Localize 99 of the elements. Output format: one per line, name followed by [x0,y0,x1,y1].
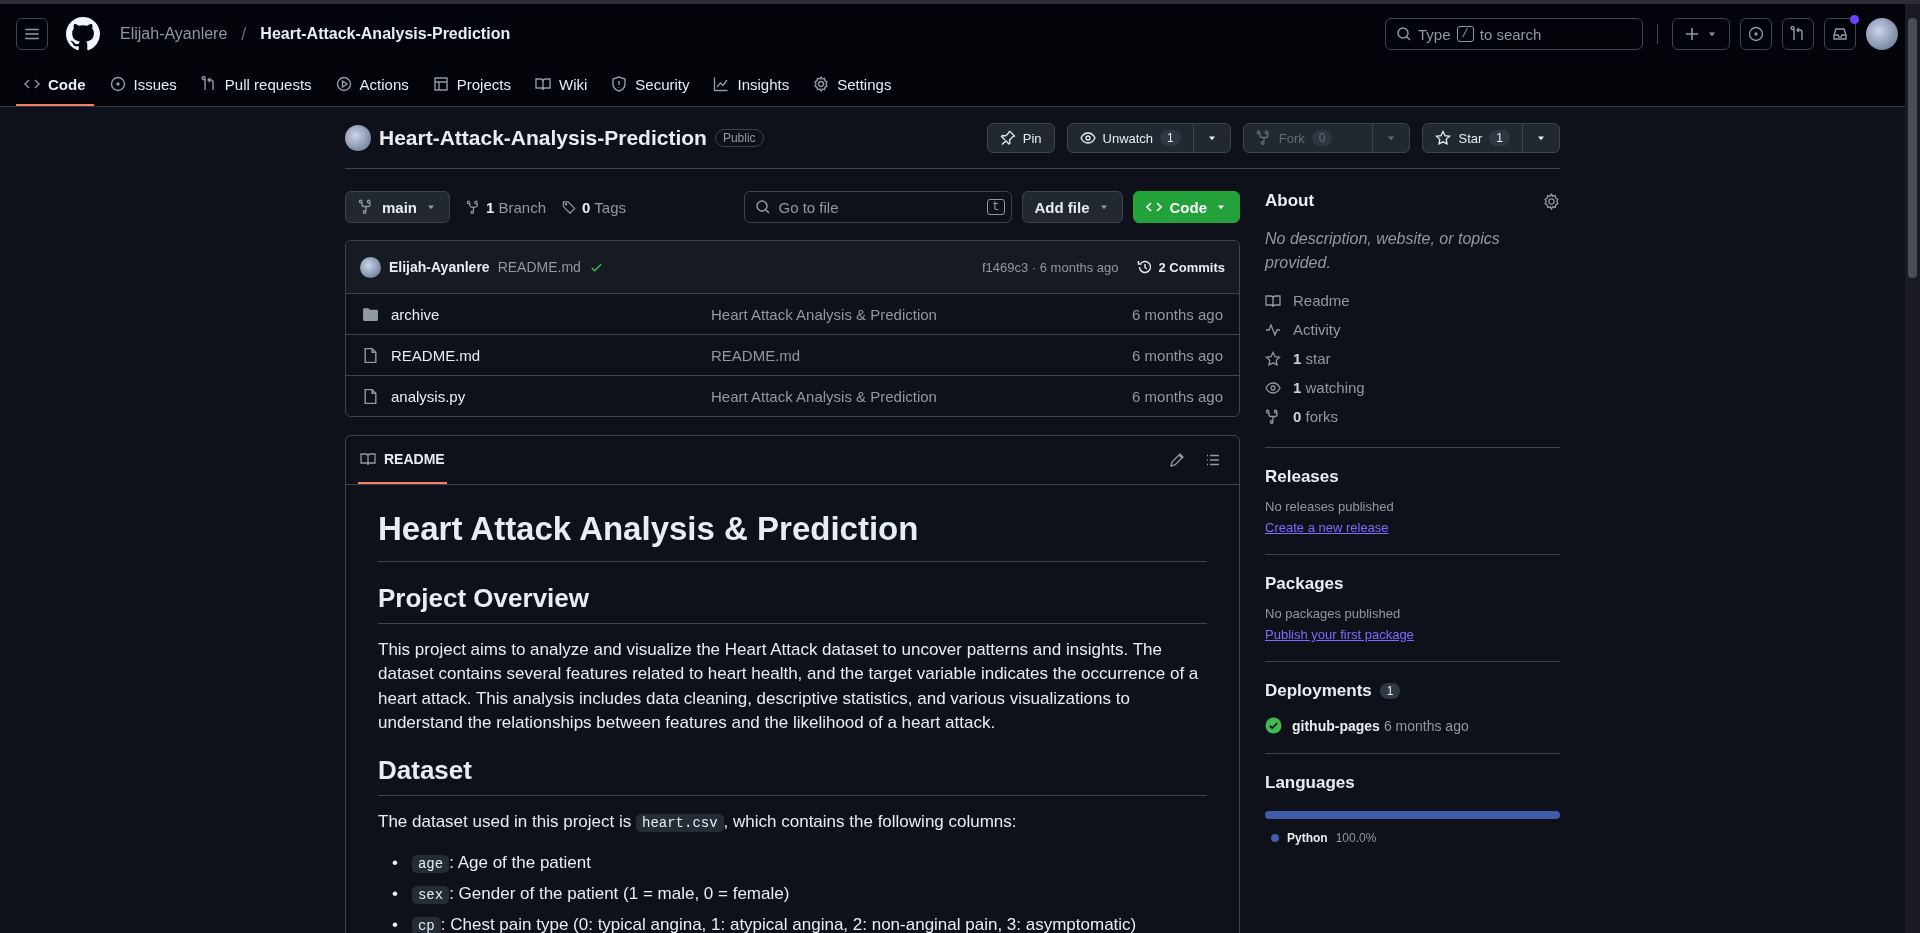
list-bullet: • [392,883,398,906]
about-link[interactable]: 1 watching [1265,376,1560,399]
search-icon [1396,26,1412,42]
packages-note: No packages published [1265,606,1402,621]
list-bullet: • [392,914,398,933]
publish-package-link[interactable]: Publish your first package [1265,627,1560,642]
about-link[interactable]: Activity [1265,318,1560,341]
file-time: 6 months ago [1132,387,1223,405]
deployment-link[interactable]: github-pages [1292,717,1380,734]
tab-icon [713,76,730,92]
nav-tab[interactable]: Settings [805,64,900,106]
owner-avatar [345,125,371,151]
commit-message[interactable]: README.md [497,259,581,275]
file-name-link[interactable]: analysis.py [391,387,699,405]
commits-link[interactable]: 2 Commits [1136,259,1225,275]
tab-icon [109,76,126,92]
search-icon [754,199,771,215]
author-avatar [360,256,381,278]
tab-icon [813,76,830,92]
readme-heading: Heart Attack Analysis & Prediction [378,505,1207,562]
repo-action-button[interactable]: Pin [987,124,1054,152]
settings-icon[interactable] [1543,192,1560,210]
file-name-link[interactable]: archive [391,305,699,323]
nav-tab[interactable]: Issues [101,64,185,106]
releases-note: No releases published [1265,499,1395,514]
path-separator: / [241,23,247,45]
languages-heading: Languages [1265,773,1356,793]
about-link[interactable]: Readme [1265,289,1560,312]
nav-tab[interactable]: Actions [327,64,417,106]
repo-link[interactable]: Heart-Attack-Analysis-Prediction [260,25,511,43]
repo-title[interactable]: Heart-Attack-Analysis-Prediction [379,126,707,150]
nav-tab[interactable]: Code [16,64,94,106]
branch-icon [466,199,481,215]
octocat-logo-icon[interactable] [66,17,100,51]
about-heading: About [1265,191,1315,211]
nav-tab[interactable]: Insights [705,64,798,106]
scrollbar[interactable] [1905,4,1920,933]
about-link[interactable]: 1 star [1265,347,1560,370]
nav-tab[interactable]: Security [603,64,698,106]
list-icon [1205,452,1221,468]
nav-tab[interactable]: Projects [424,64,519,106]
readme-list-item: cp : Chest pain type (0: typical angina, 1: atypical angina, 2: non-anginal pain, 3: asymptomatic) [411,912,1137,933]
branches-link[interactable]: 1 Branch [466,198,547,216]
menu-button[interactable] [16,18,48,50]
inbox-icon [1832,26,1848,42]
language-percent: 100.0% [1335,831,1377,845]
pull-request-icon [1790,26,1806,42]
nav-tab[interactable]: Wiki [526,64,596,106]
add-file-button[interactable]: Add file [1021,191,1123,223]
file-icon [362,387,379,405]
search-field[interactable]: Type / to search [1385,18,1643,50]
file-commit-message[interactable]: Heart Attack Analysis & Prediction [711,305,1121,323]
tags-link[interactable]: 0 Tags [562,198,626,216]
folder-icon [362,305,379,323]
tab-icon [534,76,551,92]
about-link[interactable]: 0 forks [1265,405,1560,428]
commit-author[interactable]: Elijah-Ayanlere [389,259,490,275]
deployments-count: 1 [1379,683,1401,699]
nav-tab[interactable]: Pull requests [192,64,320,106]
create-release-link[interactable]: Create a new release [1265,520,1560,535]
tag-icon [562,199,578,215]
readme-tab[interactable]: README [358,436,447,484]
list-bullet: • [392,852,398,875]
file-time: 6 months ago [1132,346,1223,364]
readme-subheading: Dataset [378,752,1207,796]
about-description: No description, website, or topics provided. [1265,229,1501,273]
tab-icon [432,76,449,92]
commit-hash-time: f1469c3 · 6 months ago [981,259,1119,275]
file-time: 6 months ago [1132,305,1223,323]
issues-button[interactable] [1740,18,1772,50]
readme-list-item: age : Age of the patient [411,850,591,878]
tab-icon [611,76,628,92]
readme-subheading: Project Overview [378,579,1207,624]
branch-select[interactable]: main [345,191,450,223]
readme-paragraph: The dataset used in this project is heart.csv , which contains the following columns: [378,810,1018,834]
owner-link[interactable]: Elijah-Ayanlere [120,25,228,43]
book-icon [360,451,376,467]
branch-icon [358,199,374,215]
user-avatar[interactable] [1866,18,1898,50]
pencil-icon [1169,452,1185,468]
releases-heading: Releases [1265,467,1340,487]
file-commit-message[interactable]: README.md [711,346,1121,364]
deployments-heading: Deployments [1265,681,1372,701]
readme-paragraph: This project aims to analyze and visualize the Heart Attack dataset to uncover patterns and insights. The dataset contains several features related to heart health, and the target variable indicates the occurrence of a heart attack. This analysis includes data cleaning, descriptive statistics, and various visualizations to understand the relationships between features and the likelihood of a heart attack. [378,638,1200,735]
language-name[interactable]: Python [1287,831,1328,845]
tab-icon [335,76,352,92]
plus-icon [1684,26,1700,42]
file-commit-message[interactable]: Heart Attack Analysis & Prediction [711,387,1121,405]
create-new-button[interactable] [1672,18,1730,50]
file-icon [362,346,379,364]
deployment-time: 6 months ago [1383,717,1469,734]
history-icon [1136,259,1153,275]
readme-list-item: sex : Gender of the patient (1 = male, 0 = female) [411,881,790,909]
inbox-button[interactable] [1824,18,1856,50]
go-to-file-field[interactable]: Go to file t [743,191,1012,223]
tab-icon [200,76,217,92]
pull-requests-button[interactable] [1782,18,1814,50]
file-name-link[interactable]: README.md [391,346,699,364]
packages-heading: Packages [1265,574,1345,594]
